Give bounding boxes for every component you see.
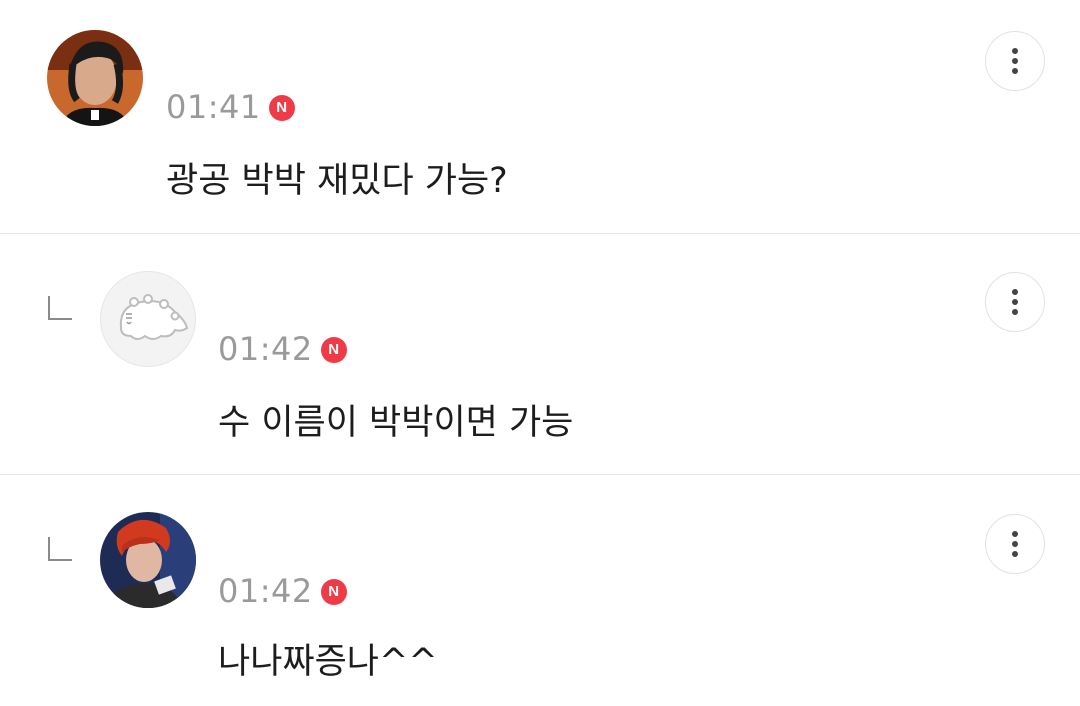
comment-meta: 01:41 N xyxy=(166,88,295,126)
new-badge-icon: N xyxy=(320,337,347,363)
new-badge-icon: N xyxy=(320,579,347,605)
reply-comment-item: 01:42 N 수 이름이 박박이면 가능 xyxy=(0,234,1080,474)
reply-arrow-icon xyxy=(48,537,72,561)
comment-time: 01:41 xyxy=(166,88,261,126)
reply-arrow-icon xyxy=(48,296,72,320)
more-dots-icon xyxy=(1012,48,1018,54)
more-options-button[interactable] xyxy=(985,514,1045,574)
comment-text: 나나짜증나^^ xyxy=(218,642,438,682)
comment-text: 수 이름이 박박이면 가능 xyxy=(218,403,574,443)
comment-time: 01:42 xyxy=(218,572,313,610)
comment-item: 01:41 N 광공 박박 재밌다 가능? xyxy=(0,0,1080,233)
user-avatar[interactable] xyxy=(100,271,196,367)
user-avatar[interactable] xyxy=(100,512,196,608)
more-options-button[interactable] xyxy=(985,272,1045,332)
reply-comment-item: 01:42 N 나나짜증나^^ xyxy=(0,475,1080,706)
user-avatar[interactable] xyxy=(47,30,143,126)
more-dots-icon xyxy=(1012,289,1018,295)
comment-time: 01:42 xyxy=(218,330,313,368)
comment-text: 광공 박박 재밌다 가능? xyxy=(166,161,508,201)
comment-meta: 01:42 N xyxy=(218,330,347,368)
comment-meta: 01:42 N xyxy=(218,572,347,610)
new-badge-icon: N xyxy=(268,95,295,121)
more-options-button[interactable] xyxy=(985,31,1045,91)
more-dots-icon xyxy=(1012,531,1018,537)
